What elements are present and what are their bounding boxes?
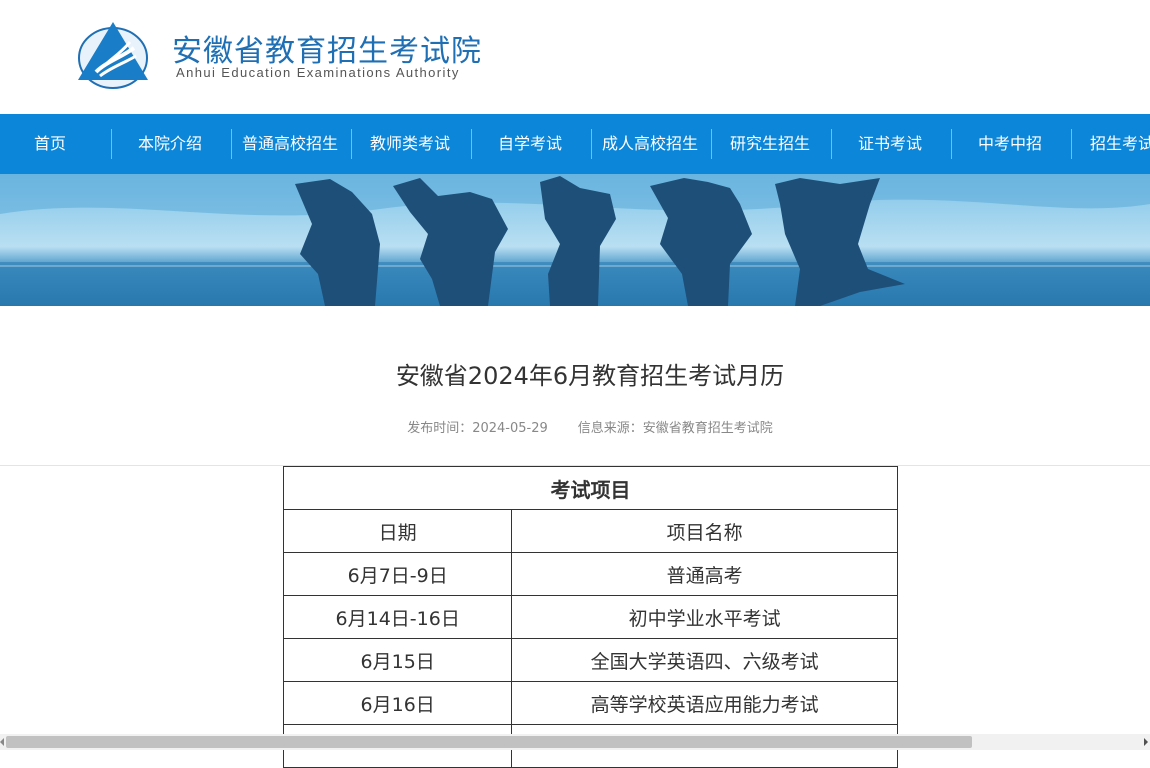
site-subtitle: Anhui Education Examinations Authority [176, 65, 460, 80]
scrollbar-thumb[interactable] [6, 736, 972, 748]
table-header-row: 日期 项目名称 [282, 509, 898, 553]
column-header-date: 日期 [282, 509, 513, 553]
scroll-left-arrow-icon[interactable] [0, 738, 4, 746]
graduates-banner-illustration [0, 174, 1150, 306]
table-cell-name: 高等学校英语应用能力考试 [511, 681, 898, 725]
nav-item-certificate-exam[interactable]: 证书考试 [830, 114, 950, 174]
table-cell-name: 全国大学英语四、六级考试 [511, 638, 898, 682]
site-header: 安徽省教育招生考试院 Anhui Education Examinations … [0, 0, 1150, 114]
horizontal-scrollbar[interactable] [0, 734, 1150, 750]
main-nav: 首页 本院介绍 普通高校招生 教师类考试 自学考试 成人高校招生 研究生招生 证… [0, 114, 1150, 174]
table-cell-name: 初中学业水平考试 [511, 595, 898, 639]
nav-item-adult-admission[interactable]: 成人高校招生 [590, 114, 710, 174]
table-cell-date: 6月14日-16日 [282, 595, 513, 639]
publish-date: 2024-05-29 [472, 421, 548, 436]
source-label: 信息来源： [577, 421, 643, 436]
table-heading-row: 考试项目 [283, 466, 898, 510]
exam-calendar-table: 考试项目 日期 项目名称 6月7日-9日 普通高考 6月14日-16日 初中学业… [282, 466, 898, 768]
table-heading: 考试项目 [283, 466, 898, 510]
article-meta: 发布时间：2024-05-29 信息来源：安徽省教育招生考试院 [0, 417, 1150, 436]
article-title: 安徽省2024年6月教育招生考试月历 [395, 362, 785, 390]
nav-item-middle-school[interactable]: 中考中招 [950, 114, 1070, 174]
nav-item-graduate-admission[interactable]: 研究生招生 [710, 114, 830, 174]
table-row: 6月16日 高等学校英语应用能力考试 [282, 681, 898, 725]
table-row: 6月14日-16日 初中学业水平考试 [282, 595, 898, 639]
table-cell-name: 普通高考 [511, 552, 898, 596]
nav-item-self-study-exam[interactable]: 自学考试 [470, 114, 590, 174]
logo-icon[interactable] [76, 18, 150, 90]
table-cell-date: 6月15日 [282, 638, 513, 682]
nav-item-teacher-exam[interactable]: 教师类考试 [350, 114, 470, 174]
table-cell-date: 6月7日-9日 [282, 552, 513, 596]
publish-label: 发布时间： [407, 421, 473, 436]
nav-item-college-admission[interactable]: 普通高校招生 [230, 114, 350, 174]
nav-item-about[interactable]: 本院介绍 [110, 114, 230, 174]
scroll-right-arrow-icon[interactable] [1144, 738, 1148, 746]
nav-item-consult[interactable]: 招生考试咨 [1070, 114, 1150, 174]
nav-item-home[interactable]: 首页 [0, 114, 110, 174]
source-value: 安徽省教育招生考试院 [642, 421, 773, 436]
table-row: 6月7日-9日 普通高考 [282, 552, 898, 596]
column-header-name: 项目名称 [511, 509, 898, 553]
table-cell-date: 6月16日 [282, 681, 513, 725]
banner-image [0, 174, 1150, 306]
site-title[interactable]: 安徽省教育招生考试院 [172, 26, 482, 70]
table-row: 6月15日 全国大学英语四、六级考试 [282, 638, 898, 682]
